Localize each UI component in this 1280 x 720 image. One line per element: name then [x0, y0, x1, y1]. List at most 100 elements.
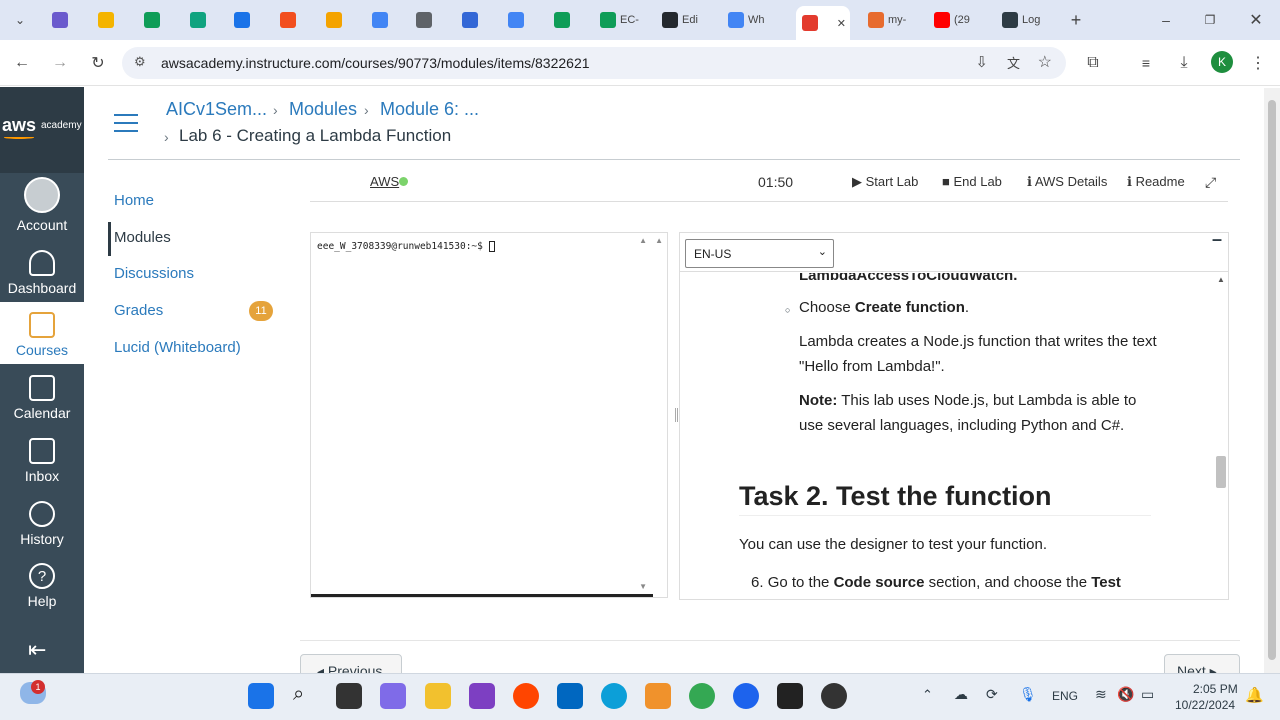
course-nav-grades[interactable]: Grades [114, 302, 163, 319]
browser-tab[interactable]: EC- [594, 8, 654, 32]
breadcrumb-module[interactable]: Module 6: ... [380, 99, 479, 120]
forward-button[interactable]: → [48, 51, 72, 75]
app-icon[interactable] [645, 683, 671, 709]
course-nav-modules[interactable]: Modules [114, 229, 171, 246]
browser-tab[interactable] [320, 8, 362, 32]
breadcrumb-modules[interactable]: Modules [289, 99, 357, 120]
copilot-icon[interactable] [380, 683, 406, 709]
browser-tab[interactable]: Log [996, 8, 1056, 32]
task-view-icon[interactable] [336, 683, 362, 709]
media-controls-icon[interactable]: ≡ [1134, 51, 1158, 75]
install-app-icon[interactable]: ⇩ [975, 53, 988, 71]
browser-tab[interactable]: ✕ [796, 6, 850, 40]
scroll-up-arrow-icon[interactable]: ▲ [655, 236, 663, 245]
browser-tab[interactable] [138, 8, 180, 32]
readme-scrollbar[interactable]: ▲ [1214, 273, 1228, 599]
hamburger-menu-icon[interactable] [114, 114, 138, 132]
profile-avatar[interactable]: K [1211, 51, 1233, 73]
volume-muted-icon[interactable]: 🔇 [1117, 686, 1134, 703]
nav-courses[interactable]: Courses [0, 302, 84, 364]
docker-icon[interactable] [733, 683, 759, 709]
file-explorer-icon[interactable] [425, 683, 451, 709]
reddit-icon[interactable] [513, 683, 539, 709]
close-window-button[interactable]: ✕ [1244, 8, 1268, 32]
battery-icon[interactable]: ▭ [1141, 686, 1154, 703]
browser-tab[interactable]: (29 [928, 8, 990, 32]
input-language[interactable]: ENG [1052, 689, 1078, 703]
course-nav-discussions[interactable]: Discussions [114, 265, 194, 282]
browser-tab[interactable]: my- [862, 8, 924, 32]
page-scrollbar[interactable] [1264, 88, 1280, 673]
aws-academy-logo[interactable]: aws academy [0, 87, 84, 173]
nav-dashboard[interactable]: Dashboard [0, 240, 84, 302]
course-nav-home[interactable]: Home [114, 192, 154, 209]
browser-tab[interactable]: Edi [656, 8, 720, 32]
clock-date[interactable]: 10/22/2024 [1175, 698, 1235, 712]
terminal-horizontal-scrollbar[interactable] [311, 594, 653, 597]
microphone-icon[interactable]: 🎙 [1019, 686, 1037, 703]
ms-store-icon[interactable] [557, 683, 583, 709]
bookmark-star-icon[interactable]: ☆ [1038, 52, 1052, 72]
scrollbar-thumb[interactable] [1216, 456, 1226, 488]
visual-studio-icon[interactable] [469, 683, 495, 709]
browser-tab[interactable] [410, 8, 452, 32]
browser-tab[interactable] [228, 8, 270, 32]
obs-icon[interactable] [821, 683, 847, 709]
language-select[interactable]: EN-US ⌄ [685, 239, 834, 268]
sync-icon[interactable]: ⟳ [986, 686, 998, 703]
fullscreen-icon[interactable]: ⤢ [1205, 174, 1216, 191]
close-tab-icon[interactable]: ✕ [837, 17, 846, 30]
browser-tab[interactable]: Wh [722, 8, 784, 32]
end-lab-button[interactable]: ■ End Lab [942, 174, 1002, 189]
course-nav-lucid[interactable]: Lucid (Whiteboard) [114, 339, 241, 356]
scroll-up-arrow-icon[interactable]: ▲ [1217, 275, 1225, 284]
readme-button[interactable]: ℹ Readme [1127, 174, 1185, 190]
site-info-icon[interactable]: ⚙ [134, 54, 146, 70]
chrome-icon[interactable] [689, 683, 715, 709]
nav-account[interactable]: Account [0, 177, 84, 239]
terminal-icon[interactable] [777, 683, 803, 709]
scroll-up-arrow-icon[interactable]: ▲ [639, 236, 647, 245]
browser-tab[interactable] [46, 8, 88, 32]
aws-details-button[interactable]: ℹ AWS Details [1027, 174, 1107, 190]
nav-history[interactable]: History [0, 491, 84, 553]
translate-icon[interactable]: 文 [1007, 53, 1020, 72]
browser-tab[interactable] [274, 8, 316, 32]
notification-bell-icon[interactable]: 🔔 [1245, 686, 1264, 704]
browser-tab[interactable] [548, 8, 590, 32]
nav-calendar[interactable]: Calendar [0, 365, 84, 427]
onedrive-icon[interactable]: ☁ [954, 686, 968, 703]
tab-search-chevron-icon[interactable]: ⌄ [8, 8, 32, 32]
browser-menu-icon[interactable]: ⋮ [1246, 51, 1270, 75]
minimize-panel-icon[interactable]: – [1212, 233, 1222, 250]
restore-button[interactable]: ❐ [1198, 8, 1222, 32]
aws-console-link[interactable]: AWS [370, 174, 399, 189]
browser-tab[interactable] [184, 8, 226, 32]
wifi-icon[interactable]: ≋ [1095, 686, 1107, 703]
minimize-button[interactable]: – [1154, 8, 1178, 32]
pane-resize-handle[interactable] [675, 408, 678, 422]
address-bar[interactable]: ⚙ awsacademy.instructure.com/courses/907… [122, 47, 1066, 79]
clock-time[interactable]: 2:05 PM [1193, 682, 1238, 696]
start-lab-button[interactable]: ▶ Start Lab [852, 174, 918, 190]
browser-tab[interactable] [502, 8, 544, 32]
tray-overflow-chevron-icon[interactable]: ⌃ [922, 687, 933, 703]
collapse-nav-icon[interactable]: ⇤ [28, 637, 46, 663]
downloads-icon[interactable]: ⤓ [1172, 51, 1196, 75]
breadcrumb-course[interactable]: AICv1Sem... [166, 99, 267, 120]
extensions-icon[interactable]: ⧉ [1081, 51, 1105, 75]
page-scrollbar-thumb[interactable] [1268, 100, 1276, 660]
edge-icon[interactable] [601, 683, 627, 709]
terminal-pane[interactable]: eee_W_3708339@runweb141530:~$ ▲ ▲ ▼ [310, 232, 668, 598]
start-windows-icon[interactable] [248, 683, 274, 709]
back-button[interactable]: ← [10, 51, 34, 75]
browser-tab[interactable] [456, 8, 498, 32]
nav-help[interactable]: ? Help [0, 553, 84, 615]
nav-inbox[interactable]: Inbox [0, 428, 84, 490]
browser-tab[interactable] [92, 8, 134, 32]
new-tab-button[interactable]: + [1064, 8, 1088, 32]
search-icon[interactable]: ⌕ [293, 683, 319, 709]
scroll-down-arrow-icon[interactable]: ▼ [639, 582, 647, 591]
reload-button[interactable]: ↻ [86, 51, 110, 75]
browser-tab[interactable] [366, 8, 408, 32]
